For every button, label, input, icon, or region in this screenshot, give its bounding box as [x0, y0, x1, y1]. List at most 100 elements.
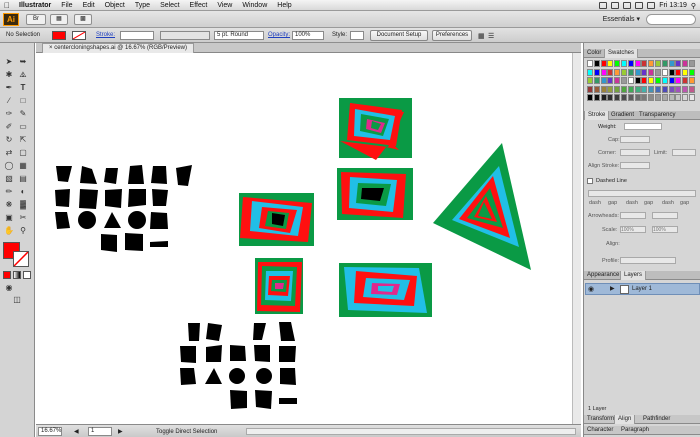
- swatch[interactable]: [648, 60, 655, 67]
- swatch[interactable]: [587, 77, 593, 84]
- swatch[interactable]: [600, 77, 607, 84]
- menu-app[interactable]: Illustrator: [14, 2, 56, 9]
- mesh-tool-icon[interactable]: ▧: [4, 174, 14, 184]
- tab-swatches[interactable]: Swatches: [604, 49, 639, 58]
- swatch[interactable]: [641, 85, 648, 93]
- menu-window[interactable]: Window: [237, 2, 272, 9]
- bridge-button[interactable]: Br: [26, 14, 46, 25]
- opacity-field[interactable]: 100%: [292, 31, 324, 40]
- arrowhead-start-select[interactable]: [620, 212, 646, 219]
- swatch[interactable]: [661, 85, 668, 93]
- line-tool-icon[interactable]: ∕: [4, 96, 14, 106]
- tab-character[interactable]: Character: [584, 426, 616, 435]
- tab-color[interactable]: Color: [584, 49, 604, 58]
- tab-transparency[interactable]: Transparency: [636, 111, 678, 120]
- prev-artboard-icon[interactable]: ◀: [74, 428, 79, 435]
- swatch[interactable]: [627, 68, 634, 76]
- opacity-label[interactable]: Opacity:: [268, 32, 290, 38]
- swatch[interactable]: [655, 60, 661, 67]
- workspace-layout-icon[interactable]: ▩: [74, 14, 92, 25]
- swatch[interactable]: [593, 77, 600, 84]
- spotlight-icon[interactable]: ⚲: [691, 2, 696, 10]
- swatch[interactable]: [634, 68, 641, 76]
- eyedropper-icon[interactable]: ✏: [4, 187, 14, 197]
- swatch[interactable]: [689, 94, 695, 101]
- tab-stroke[interactable]: Stroke: [584, 111, 610, 120]
- weight-field[interactable]: [624, 123, 662, 130]
- swatch[interactable]: [641, 68, 648, 76]
- menu-select[interactable]: Select: [155, 2, 184, 9]
- artboard-canvas[interactable]: [36, 53, 581, 424]
- blob-brush-icon[interactable]: ✐: [4, 122, 14, 132]
- swatch[interactable]: [621, 85, 627, 93]
- brush-definition[interactable]: 5 pt. Round: [214, 31, 264, 40]
- layer-name[interactable]: Layer 1: [632, 286, 652, 292]
- arrowhead-end-select[interactable]: [652, 212, 678, 219]
- workspace-switcher[interactable]: Essentials ▾: [603, 15, 640, 23]
- tab-pathfinder[interactable]: Pathfinder: [640, 415, 673, 424]
- menu-type[interactable]: Type: [130, 2, 155, 9]
- wifi-icon[interactable]: [623, 2, 632, 9]
- menu-help[interactable]: Help: [272, 2, 296, 9]
- swatch[interactable]: [634, 94, 641, 101]
- free-transform-icon[interactable]: ▢: [18, 148, 28, 158]
- swatch[interactable]: [661, 94, 668, 101]
- slice-tool-icon[interactable]: ✂: [18, 213, 28, 223]
- apple-icon[interactable]: : [0, 1, 14, 10]
- clock[interactable]: Fri 13:19: [659, 2, 687, 9]
- swatch[interactable]: [614, 68, 621, 76]
- document-setup-button[interactable]: Document Setup: [370, 30, 428, 41]
- profile-select[interactable]: [620, 257, 676, 264]
- pen-tool-icon[interactable]: ✒: [4, 83, 14, 93]
- swatch[interactable]: [661, 68, 668, 76]
- swatch[interactable]: [675, 77, 682, 84]
- blend-tool-icon[interactable]: ◐: [18, 187, 28, 197]
- lasso-tool-icon[interactable]: ⧌: [18, 70, 28, 80]
- pencil-tool-icon[interactable]: ✎: [18, 109, 28, 119]
- swatch[interactable]: [675, 68, 682, 76]
- stroke-color-swatch[interactable]: [72, 31, 86, 40]
- stroke-label[interactable]: Stroke:: [96, 32, 115, 38]
- graphic-style-picker[interactable]: [350, 31, 364, 40]
- swatch[interactable]: [627, 85, 634, 93]
- expand-layer-icon[interactable]: ▶: [610, 285, 615, 292]
- swatch[interactable]: [641, 77, 648, 84]
- close-tab-icon[interactable]: ×: [49, 45, 53, 51]
- visibility-eye-icon[interactable]: ◉: [588, 285, 594, 293]
- shape-builder-icon[interactable]: ◯: [4, 161, 14, 171]
- swatch[interactable]: [661, 77, 668, 84]
- arrange-icon[interactable]: ▦: [478, 32, 485, 40]
- scale-end-field[interactable]: 100%: [652, 226, 678, 233]
- swatch[interactable]: [655, 85, 661, 93]
- swatch[interactable]: [668, 85, 675, 93]
- swatch[interactable]: [587, 68, 593, 76]
- swatch[interactable]: [655, 77, 661, 84]
- bluetooth-icon[interactable]: [611, 2, 620, 9]
- document-tab[interactable]: × centercloningshapes.ai @ 16.67% (RGB/P…: [42, 43, 195, 53]
- swatch[interactable]: [682, 85, 689, 93]
- swatch[interactable]: [668, 68, 675, 76]
- swatches-grid[interactable]: [587, 60, 697, 104]
- swatch[interactable]: [661, 60, 668, 67]
- swatch[interactable]: [675, 85, 682, 93]
- swatch[interactable]: [689, 68, 695, 76]
- volume-icon[interactable]: [635, 2, 644, 9]
- tab-gradient[interactable]: Gradient: [608, 111, 637, 120]
- menu-object[interactable]: Object: [100, 2, 130, 9]
- swatch[interactable]: [600, 85, 607, 93]
- swatch[interactable]: [593, 60, 600, 67]
- swatch[interactable]: [648, 77, 655, 84]
- tab-align[interactable]: Align: [614, 415, 636, 424]
- swatch[interactable]: [682, 60, 689, 67]
- swatch[interactable]: [627, 60, 634, 67]
- swatch[interactable]: [607, 94, 614, 101]
- stroke-box[interactable]: [13, 251, 29, 267]
- swatch[interactable]: [614, 60, 621, 67]
- swatch[interactable]: [614, 85, 621, 93]
- none-mode-button[interactable]: [23, 271, 31, 279]
- swatch[interactable]: [682, 77, 689, 84]
- rotate-tool-icon[interactable]: ↻: [4, 135, 14, 145]
- status-tool-hint[interactable]: Toggle Direct Selection: [156, 429, 217, 435]
- swatch[interactable]: [634, 60, 641, 67]
- type-tool-icon[interactable]: T: [18, 83, 28, 93]
